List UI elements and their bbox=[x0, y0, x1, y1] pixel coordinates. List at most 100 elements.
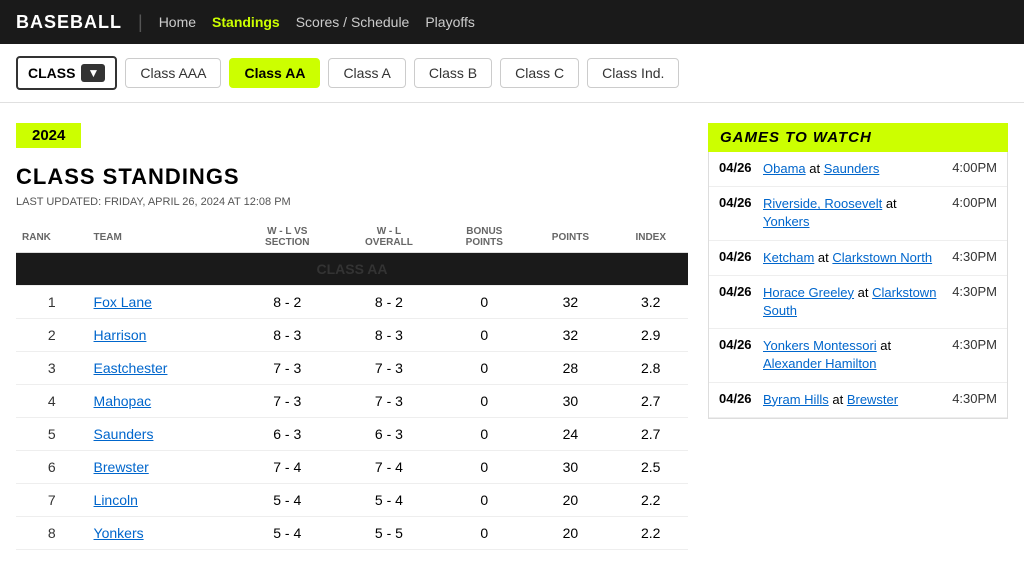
game-time: 4:30PM bbox=[952, 337, 997, 352]
bonus-cell: 0 bbox=[441, 319, 527, 352]
game-description: Ketcham at Clarkstown North bbox=[763, 249, 944, 267]
class-aa-label: CLASS AA bbox=[16, 253, 688, 286]
rank-cell: 2 bbox=[16, 319, 88, 352]
away-team-link[interactable]: Brewster bbox=[847, 392, 898, 407]
game-time: 4:00PM bbox=[952, 160, 997, 175]
rank-cell: 4 bbox=[16, 385, 88, 418]
wl-overall-cell: 5 - 5 bbox=[337, 517, 442, 550]
away-team-link[interactable]: Alexander Hamilton bbox=[763, 356, 876, 371]
chevron-down-icon: ▼ bbox=[81, 64, 105, 82]
game-list: 04/26 Obama at Saunders 4:00PM 04/26 Riv… bbox=[708, 152, 1008, 419]
game-item: 04/26 Obama at Saunders 4:00PM bbox=[709, 152, 1007, 187]
home-team-link[interactable]: Obama bbox=[763, 161, 806, 176]
team-cell[interactable]: Saunders bbox=[88, 418, 238, 451]
team-cell[interactable]: Brewster bbox=[88, 451, 238, 484]
col-index: INDEX bbox=[613, 222, 688, 253]
team-link[interactable]: Harrison bbox=[94, 327, 147, 343]
bonus-cell: 0 bbox=[441, 418, 527, 451]
team-link[interactable]: Yonkers bbox=[94, 525, 144, 541]
last-updated: LAST UPDATED: FRIDAY, APRIL 26, 2024 AT … bbox=[16, 196, 688, 208]
game-description: Riverside, Roosevelt at Yonkers bbox=[763, 195, 944, 231]
game-date: 04/26 bbox=[719, 337, 755, 352]
table-header-row: RANK TEAM W - L VSSECTION W - LOVERALL B… bbox=[16, 222, 688, 253]
class-ind-button[interactable]: Class Ind. bbox=[587, 58, 679, 88]
class-b-button[interactable]: Class B bbox=[414, 58, 492, 88]
game-date: 04/26 bbox=[719, 249, 755, 264]
away-team-link[interactable]: Saunders bbox=[824, 161, 880, 176]
team-cell[interactable]: Fox Lane bbox=[88, 286, 238, 319]
nav-standings[interactable]: Standings bbox=[212, 14, 280, 30]
home-team-link[interactable]: Yonkers Montessori bbox=[763, 338, 877, 353]
nav-scores-schedule[interactable]: Scores / Schedule bbox=[296, 14, 410, 30]
nav-home[interactable]: Home bbox=[159, 14, 196, 30]
wl-section-cell: 7 - 3 bbox=[238, 352, 337, 385]
index-cell: 2.2 bbox=[613, 517, 688, 550]
wl-overall-cell: 8 - 3 bbox=[337, 319, 442, 352]
team-link[interactable]: Mahopac bbox=[94, 393, 152, 409]
team-cell[interactable]: Lincoln bbox=[88, 484, 238, 517]
rank-cell: 6 bbox=[16, 451, 88, 484]
team-link[interactable]: Eastchester bbox=[94, 360, 168, 376]
team-link[interactable]: Brewster bbox=[94, 459, 149, 475]
team-link[interactable]: Fox Lane bbox=[94, 294, 152, 310]
class-aaa-button[interactable]: Class AAA bbox=[125, 58, 221, 88]
class-c-button[interactable]: Class C bbox=[500, 58, 579, 88]
table-row: 5 Saunders 6 - 3 6 - 3 0 24 2.7 bbox=[16, 418, 688, 451]
wl-section-cell: 8 - 2 bbox=[238, 286, 337, 319]
index-cell: 2.8 bbox=[613, 352, 688, 385]
home-team-link[interactable]: Ketcham bbox=[763, 250, 814, 265]
year-badge: 2024 bbox=[16, 123, 81, 148]
table-row: 3 Eastchester 7 - 3 7 - 3 0 28 2.8 bbox=[16, 352, 688, 385]
game-time: 4:30PM bbox=[952, 249, 997, 264]
team-link[interactable]: Saunders bbox=[94, 426, 154, 442]
class-a-button[interactable]: Class A bbox=[328, 58, 405, 88]
game-item: 04/26 Riverside, Roosevelt at Yonkers 4:… bbox=[709, 187, 1007, 240]
team-cell[interactable]: Harrison bbox=[88, 319, 238, 352]
wl-overall-cell: 7 - 3 bbox=[337, 352, 442, 385]
home-team-link[interactable]: Byram Hills bbox=[763, 392, 829, 407]
game-date: 04/26 bbox=[719, 284, 755, 299]
game-time: 4:00PM bbox=[952, 195, 997, 210]
games-to-watch-title: GAMES TO WATCH bbox=[708, 123, 1008, 152]
col-points: POINTS bbox=[527, 222, 613, 253]
col-wl-section: W - L VSSECTION bbox=[238, 222, 337, 253]
points-cell: 20 bbox=[527, 484, 613, 517]
wl-overall-cell: 7 - 4 bbox=[337, 451, 442, 484]
team-cell[interactable]: Yonkers bbox=[88, 517, 238, 550]
game-item: 04/26 Ketcham at Clarkstown North 4:30PM bbox=[709, 241, 1007, 276]
class-dropdown[interactable]: CLASS ▼ bbox=[16, 56, 117, 90]
team-link[interactable]: Lincoln bbox=[94, 492, 138, 508]
rank-cell: 8 bbox=[16, 517, 88, 550]
col-team: TEAM bbox=[88, 222, 238, 253]
index-cell: 2.7 bbox=[613, 385, 688, 418]
rank-cell: 7 bbox=[16, 484, 88, 517]
game-time: 4:30PM bbox=[952, 391, 997, 406]
standings-table: RANK TEAM W - L VSSECTION W - LOVERALL B… bbox=[16, 222, 688, 550]
team-cell[interactable]: Mahopac bbox=[88, 385, 238, 418]
game-item: 04/26 Horace Greeley at Clarkstown South… bbox=[709, 276, 1007, 329]
home-team-link[interactable]: Riverside, Roosevelt bbox=[763, 196, 882, 211]
table-row: 7 Lincoln 5 - 4 5 - 4 0 20 2.2 bbox=[16, 484, 688, 517]
rank-cell: 1 bbox=[16, 286, 88, 319]
nav-playoffs[interactable]: Playoffs bbox=[425, 14, 475, 30]
away-team-link[interactable]: Clarkstown North bbox=[832, 250, 932, 265]
class-header-row: CLASS AA bbox=[16, 253, 688, 286]
away-team-link[interactable]: Yonkers bbox=[763, 214, 810, 229]
wl-overall-cell: 7 - 3 bbox=[337, 385, 442, 418]
wl-section-cell: 6 - 3 bbox=[238, 418, 337, 451]
home-team-link[interactable]: Horace Greeley bbox=[763, 285, 854, 300]
class-aa-button[interactable]: Class AA bbox=[229, 58, 320, 88]
points-cell: 20 bbox=[527, 517, 613, 550]
rank-cell: 3 bbox=[16, 352, 88, 385]
team-cell[interactable]: Eastchester bbox=[88, 352, 238, 385]
bonus-cell: 0 bbox=[441, 517, 527, 550]
game-date: 04/26 bbox=[719, 195, 755, 210]
filter-bar: CLASS ▼ Class AAA Class AA Class A Class… bbox=[0, 44, 1024, 103]
index-cell: 2.9 bbox=[613, 319, 688, 352]
points-cell: 32 bbox=[527, 286, 613, 319]
games-panel: GAMES TO WATCH 04/26 Obama at Saunders 4… bbox=[708, 123, 1008, 550]
index-cell: 2.7 bbox=[613, 418, 688, 451]
game-time: 4:30PM bbox=[952, 284, 997, 299]
wl-overall-cell: 5 - 4 bbox=[337, 484, 442, 517]
table-row: 1 Fox Lane 8 - 2 8 - 2 0 32 3.2 bbox=[16, 286, 688, 319]
